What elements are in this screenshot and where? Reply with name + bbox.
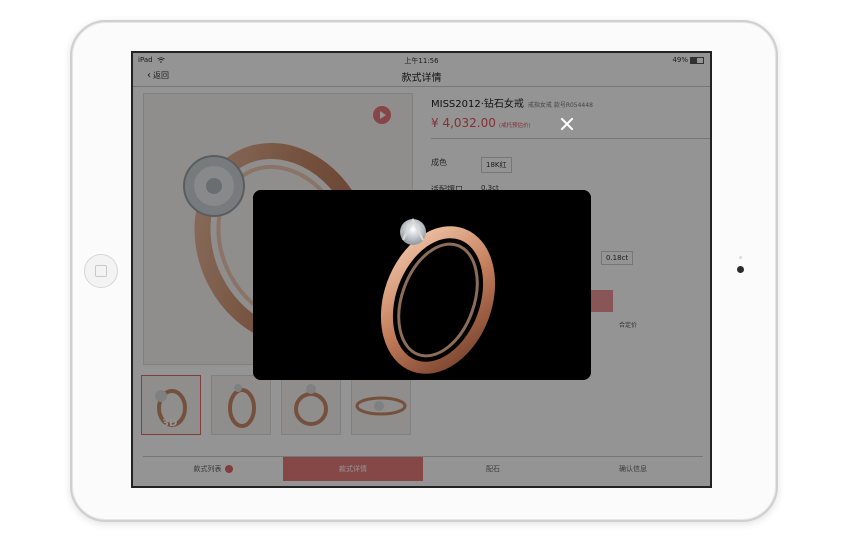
camera-icon (737, 266, 744, 273)
home-button[interactable] (84, 254, 118, 288)
ring-video-frame (253, 190, 591, 380)
video-player[interactable] (253, 190, 591, 380)
sensor-dot (739, 256, 742, 259)
close-icon[interactable] (559, 116, 575, 132)
screen: iPad 上午11:56 49% ‹ 返回 款式详情 3D MISS2012·钻… (131, 51, 712, 488)
